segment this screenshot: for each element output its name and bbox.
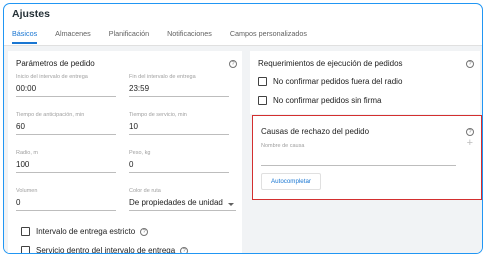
delivery-end-field[interactable]: Fin del intervalo de entrega 23:59 bbox=[129, 74, 229, 97]
help-icon[interactable]: ? bbox=[466, 60, 474, 68]
weight-field[interactable]: Peso, kg 0 bbox=[129, 150, 229, 173]
volume-field[interactable]: Volumen 0 bbox=[16, 188, 116, 211]
no-confirm-outside-radius-label: No confirmar pedidos fuera del radio bbox=[273, 77, 403, 86]
no-confirm-outside-radius-option[interactable]: No confirmar pedidos fuera del radio bbox=[258, 77, 402, 86]
rejection-causes-card: Causas de rechazo del pedido ? Nombre de… bbox=[252, 115, 482, 200]
cause-name-input[interactable]: Nombre de causa bbox=[261, 143, 456, 166]
service-within-interval-option[interactable]: Servicio dentro del intervalo de entrega… bbox=[21, 246, 189, 254]
autocomplete-button[interactable]: Autocompletar bbox=[261, 173, 321, 190]
advance-time-field[interactable]: Tiempo de anticipación, min 60 bbox=[16, 112, 116, 135]
order-parameters-title: Parámetros de pedido bbox=[16, 59, 95, 68]
no-confirm-without-signature-option[interactable]: No confirmar pedidos sin firma bbox=[258, 96, 381, 105]
help-icon[interactable]: ? bbox=[140, 227, 149, 236]
radius-field[interactable]: Radio, m 100 bbox=[16, 150, 116, 173]
tab-basicos[interactable]: Básicos bbox=[12, 29, 38, 44]
tab-campos-personalizados[interactable]: Campos personalizados bbox=[230, 29, 307, 44]
advance-time-value: 60 bbox=[16, 122, 25, 131]
add-cause-icon[interactable]: + bbox=[467, 138, 473, 149]
no-confirm-outside-radius-checkbox[interactable] bbox=[258, 77, 267, 86]
delivery-start-value: 00:00 bbox=[16, 84, 37, 93]
service-within-interval-label: Servicio dentro del intervalo de entrega bbox=[36, 246, 176, 254]
weight-value: 0 bbox=[129, 160, 134, 169]
tab-almacenes[interactable]: Almacenes bbox=[55, 29, 91, 44]
volume-value: 0 bbox=[16, 198, 21, 207]
page-title: Ajustes bbox=[12, 8, 50, 20]
strict-interval-label: Intervalo de entrega estricto bbox=[36, 227, 136, 236]
help-icon[interactable]: ? bbox=[466, 128, 474, 136]
settings-content: Parámetros de pedido ? Inicio del interv… bbox=[4, 46, 482, 253]
strict-interval-checkbox[interactable] bbox=[21, 227, 30, 236]
no-confirm-without-signature-label: No confirmar pedidos sin firma bbox=[273, 96, 382, 105]
service-within-interval-checkbox[interactable] bbox=[21, 246, 30, 253]
execution-requirements-title: Requerimientos de ejecución de pedidos bbox=[258, 59, 403, 68]
route-color-value: De propiedades de unidad bbox=[129, 198, 223, 207]
delivery-end-value: 23:59 bbox=[129, 84, 150, 93]
help-icon[interactable]: ? bbox=[229, 60, 237, 68]
tab-planificacion[interactable]: Planificación bbox=[109, 29, 149, 44]
delivery-start-field[interactable]: Inicio del intervalo de entrega 00:00 bbox=[16, 74, 116, 97]
settings-panel: Ajustes Básicos Almacenes Planificación … bbox=[3, 3, 483, 254]
strict-interval-option[interactable]: Intervalo de entrega estricto ? bbox=[21, 227, 149, 236]
tab-bar: Básicos Almacenes Planificación Notifica… bbox=[12, 29, 325, 44]
help-icon[interactable]: ? bbox=[180, 246, 189, 253]
route-color-select[interactable]: Color de ruta De propiedades de unidad bbox=[129, 188, 236, 211]
service-time-value: 10 bbox=[129, 122, 138, 131]
tab-notificaciones[interactable]: Notificaciones bbox=[167, 29, 212, 44]
execution-requirements-card: Requerimientos de ejecución de pedidos ?… bbox=[250, 51, 480, 114]
order-parameters-card: Parámetros de pedido ? Inicio del interv… bbox=[8, 51, 242, 254]
chevron-down-icon bbox=[228, 203, 234, 206]
rejection-causes-title: Causas de rechazo del pedido bbox=[261, 127, 370, 136]
service-time-field[interactable]: Tiempo de servicio, min 10 bbox=[129, 112, 229, 135]
no-confirm-without-signature-checkbox[interactable] bbox=[258, 96, 267, 105]
radius-value: 100 bbox=[16, 160, 30, 169]
